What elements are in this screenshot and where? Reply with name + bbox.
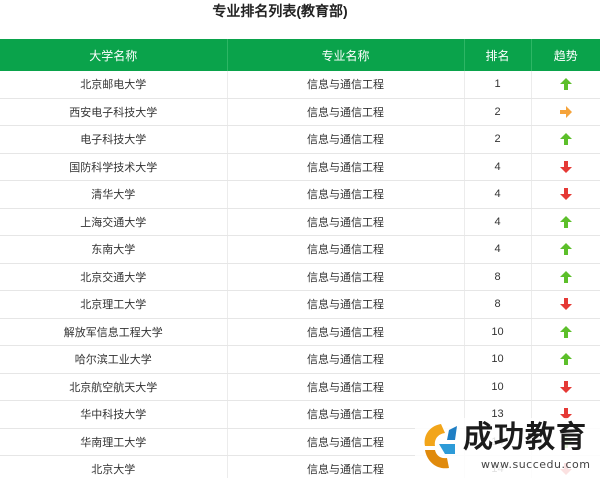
cell-trend bbox=[531, 318, 600, 346]
table-row: 国防科学技术大学 信息与通信工程 4 bbox=[0, 153, 600, 181]
arrow-up-icon bbox=[559, 353, 572, 366]
cell-major: 信息与通信工程 bbox=[227, 71, 465, 99]
cell-major: 信息与通信工程 bbox=[227, 318, 465, 346]
page: 专业排名列表(教育部) 大学名称 专业名称 排名 趋势 北京邮电大学 信息与通信工… bbox=[0, 0, 600, 478]
brand-logo-icon bbox=[424, 424, 457, 469]
table-row: 上海交通大学 信息与通信工程 4 bbox=[0, 208, 600, 236]
arrow-up-icon bbox=[559, 325, 572, 338]
cell-university: 上海交通大学 bbox=[0, 208, 228, 236]
cell-university: 东南大学 bbox=[0, 235, 228, 264]
arrow-up-icon bbox=[559, 78, 572, 91]
arrow-down-icon bbox=[559, 160, 572, 173]
cell-trend bbox=[531, 345, 600, 374]
cell-university: 解放军信息工程大学 bbox=[0, 318, 228, 346]
cell-university: 华南理工大学 bbox=[0, 428, 228, 456]
cell-major: 信息与通信工程 bbox=[227, 180, 465, 209]
cell-university: 国防科学技术大学 bbox=[0, 153, 228, 181]
header-trend: 趋势 bbox=[531, 39, 600, 71]
cell-university: 清华大学 bbox=[0, 180, 228, 209]
table-row: 清华大学 信息与通信工程 4 bbox=[0, 180, 600, 209]
cell-university: 北京邮电大学 bbox=[0, 71, 228, 99]
cell-major: 信息与通信工程 bbox=[227, 345, 465, 374]
arrow-down-icon bbox=[559, 298, 572, 311]
cell-trend bbox=[531, 373, 600, 401]
cell-rank: 1 bbox=[464, 71, 532, 99]
table-row: 北京邮电大学 信息与通信工程 1 bbox=[0, 71, 600, 99]
table-row: 电子科技大学 信息与通信工程 2 bbox=[0, 125, 600, 154]
cell-rank: 8 bbox=[464, 263, 532, 291]
table-row: 东南大学 信息与通信工程 4 bbox=[0, 235, 600, 264]
cell-major: 信息与通信工程 bbox=[227, 373, 465, 401]
cell-rank: 4 bbox=[464, 180, 532, 209]
cell-trend bbox=[531, 98, 600, 126]
cell-major: 信息与通信工程 bbox=[227, 98, 465, 126]
cell-university: 西安电子科技大学 bbox=[0, 98, 228, 126]
cell-rank: 8 bbox=[464, 290, 532, 319]
cell-trend bbox=[531, 208, 600, 236]
cell-trend bbox=[531, 235, 600, 264]
header-major: 专业名称 bbox=[227, 39, 465, 71]
page-title: 专业排名列表(教育部) bbox=[212, 3, 348, 19]
arrow-up-icon bbox=[559, 133, 572, 146]
cell-rank: 4 bbox=[464, 208, 532, 236]
watermark-brand: 成功教育 bbox=[463, 420, 587, 455]
cell-rank: 10 bbox=[464, 345, 532, 374]
cell-university: 华中科技大学 bbox=[0, 400, 228, 429]
arrow-up-icon bbox=[559, 243, 572, 256]
cell-university: 北京理工大学 bbox=[0, 290, 228, 319]
watermark-url: www.succedu.com bbox=[481, 458, 591, 471]
cell-rank: 2 bbox=[464, 125, 532, 154]
table-row: 北京交通大学 信息与通信工程 8 bbox=[0, 263, 600, 291]
cell-rank: 4 bbox=[464, 235, 532, 264]
cell-rank: 10 bbox=[464, 318, 532, 346]
header-university: 大学名称 bbox=[0, 39, 228, 71]
table-row: 解放军信息工程大学 信息与通信工程 10 bbox=[0, 318, 600, 346]
cell-trend bbox=[531, 180, 600, 209]
cell-trend bbox=[531, 125, 600, 154]
cell-trend bbox=[531, 153, 600, 181]
cell-major: 信息与通信工程 bbox=[227, 290, 465, 319]
cell-university: 北京大学 bbox=[0, 455, 228, 478]
arrow-down-icon bbox=[559, 188, 572, 201]
cell-university: 哈尔滨工业大学 bbox=[0, 345, 228, 374]
table-row: 北京理工大学 信息与通信工程 8 bbox=[0, 290, 600, 319]
cell-rank: 2 bbox=[464, 98, 532, 126]
cell-university: 电子科技大学 bbox=[0, 125, 228, 154]
cell-university: 北京航空航天大学 bbox=[0, 373, 228, 401]
table-header-row: 大学名称 专业名称 排名 趋势 bbox=[0, 39, 600, 71]
cell-major: 信息与通信工程 bbox=[227, 208, 465, 236]
table-row: 北京航空航天大学 信息与通信工程 10 bbox=[0, 373, 600, 401]
arrow-up-icon bbox=[559, 215, 572, 228]
cell-rank: 4 bbox=[464, 153, 532, 181]
arrow-right-icon bbox=[559, 105, 572, 118]
cell-major: 信息与通信工程 bbox=[227, 235, 465, 264]
cell-major: 信息与通信工程 bbox=[227, 263, 465, 291]
cell-rank: 10 bbox=[464, 373, 532, 401]
watermark: 成功教育 www.succedu.com bbox=[415, 418, 600, 478]
arrow-down-icon bbox=[559, 380, 572, 393]
arrow-up-icon bbox=[559, 270, 572, 283]
cell-university: 北京交通大学 bbox=[0, 263, 228, 291]
cell-trend bbox=[531, 263, 600, 291]
cell-major: 信息与通信工程 bbox=[227, 153, 465, 181]
header-rank: 排名 bbox=[464, 39, 532, 71]
table-row: 西安电子科技大学 信息与通信工程 2 bbox=[0, 98, 600, 126]
ranking-table: 大学名称 专业名称 排名 趋势 北京邮电大学 信息与通信工程 1 西安电子科技大学 信息… bbox=[0, 39, 600, 478]
cell-trend bbox=[531, 290, 600, 319]
table-body: 北京邮电大学 信息与通信工程 1 西安电子科技大学 信息与通信工程 2 电子科技大学 信息与通… bbox=[0, 71, 600, 478]
cell-major: 信息与通信工程 bbox=[227, 125, 465, 154]
table-row: 哈尔滨工业大学 信息与通信工程 10 bbox=[0, 345, 600, 374]
cell-trend bbox=[531, 71, 600, 99]
